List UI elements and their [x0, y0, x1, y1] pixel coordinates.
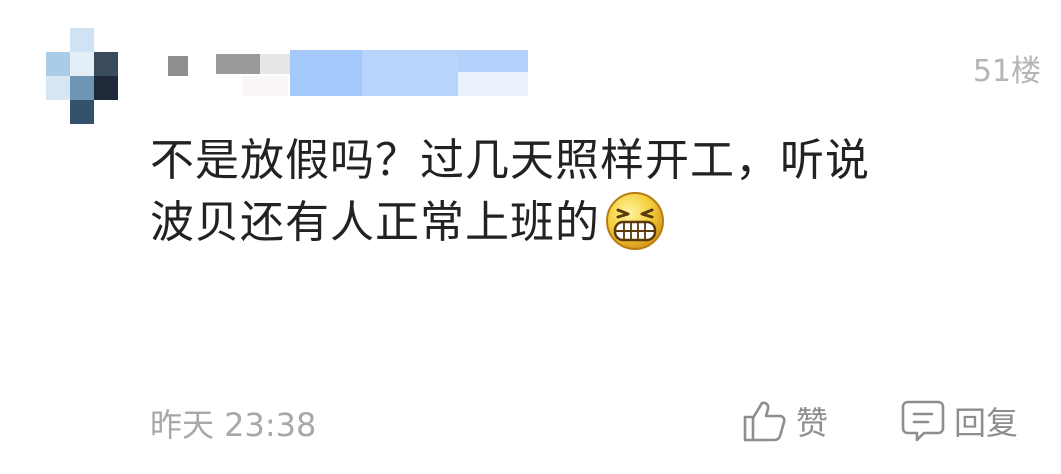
comment-bubble-icon: [901, 400, 945, 442]
reply-button[interactable]: 回复: [900, 398, 1018, 444]
comment-card: 51楼 不是放假吗？过几天照样开工，听说 波贝还有人正常上班的 昨天 23:38…: [0, 0, 1061, 474]
reply-label: 回复: [954, 404, 1019, 442]
like-button[interactable]: 赞: [742, 398, 828, 444]
timestamp: 昨天 23:38: [150, 406, 317, 444]
avatar[interactable]: [46, 28, 122, 124]
comment-text: 不是放假吗？过几天照样开工，听说 波贝还有人正常上班的: [150, 130, 1010, 254]
comment-line: 波贝还有人正常上班的: [150, 192, 1010, 254]
floor-number: 51楼: [972, 54, 1041, 89]
username[interactable]: [166, 50, 532, 96]
comment-line-text: 波贝还有人正常上班的: [150, 197, 600, 248]
grinning-face-emoji-icon: [606, 192, 664, 250]
like-label: 赞: [796, 404, 829, 442]
thumbs-up-icon: [743, 401, 786, 442]
comment-line: 不是放假吗？过几天照样开工，听说: [150, 135, 870, 186]
